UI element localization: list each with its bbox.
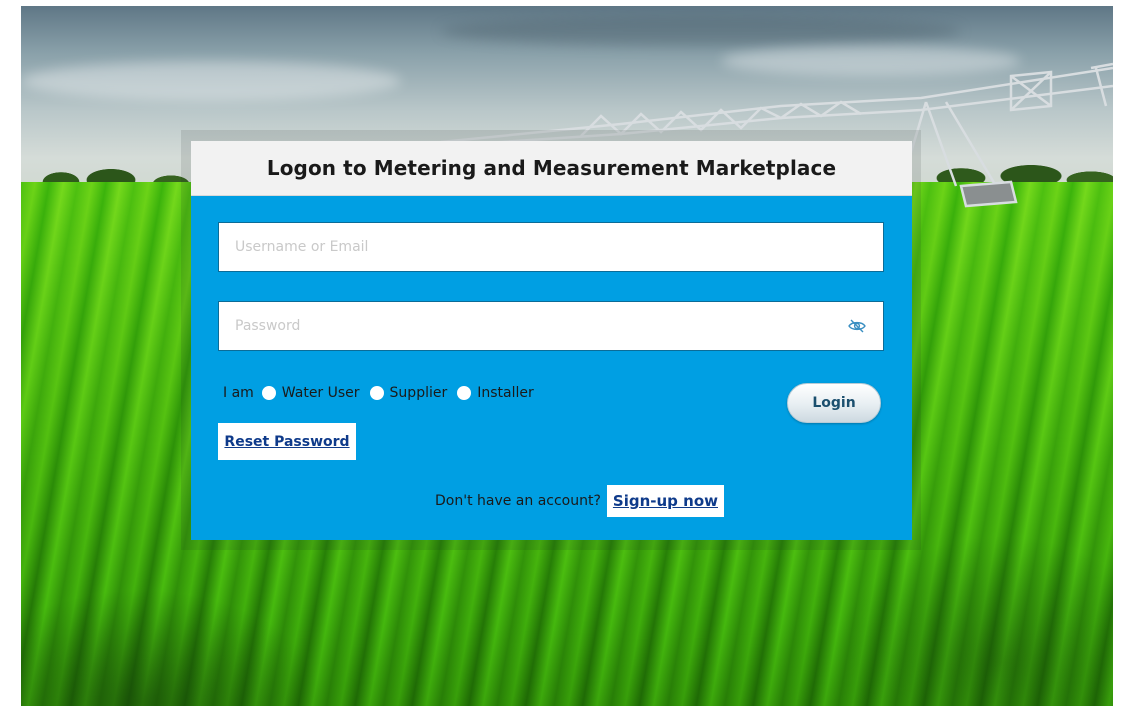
role-label: I am	[223, 385, 254, 401]
radio-circle[interactable]	[369, 386, 384, 400]
role-option-label: Installer	[477, 385, 534, 401]
login-card: Logon to Metering and Measurement Market…	[191, 141, 912, 540]
username-field[interactable]	[218, 222, 884, 272]
signup-row: Don't have an account? Sign-up now	[191, 485, 912, 517]
reset-password-link[interactable]: Reset Password	[218, 423, 356, 460]
radio-circle[interactable]	[261, 386, 276, 400]
role-option-label: Water User	[281, 385, 360, 401]
signup-link[interactable]: Sign-up now	[606, 485, 724, 517]
password-field[interactable]	[218, 301, 884, 351]
signup-question: Don't have an account?	[435, 493, 601, 509]
login-page: Logon to Metering and Measurement Market…	[0, 0, 1122, 708]
login-button[interactable]: Login	[787, 383, 881, 423]
role-selector: I am Water User Supplier Installer	[223, 385, 544, 401]
role-option-label: Supplier	[389, 385, 448, 401]
username-input[interactable]	[235, 223, 867, 271]
page-title: Logon to Metering and Measurement Market…	[266, 156, 837, 180]
role-radio-supplier[interactable]: Supplier	[369, 385, 448, 401]
login-card-header: Logon to Metering and Measurement Market…	[191, 141, 912, 196]
radio-circle[interactable]	[457, 386, 472, 400]
role-radio-installer[interactable]: Installer	[457, 385, 534, 401]
eye-slash-icon[interactable]	[848, 316, 867, 336]
password-input[interactable]	[235, 302, 848, 350]
role-radio-water-user[interactable]: Water User	[261, 385, 360, 401]
